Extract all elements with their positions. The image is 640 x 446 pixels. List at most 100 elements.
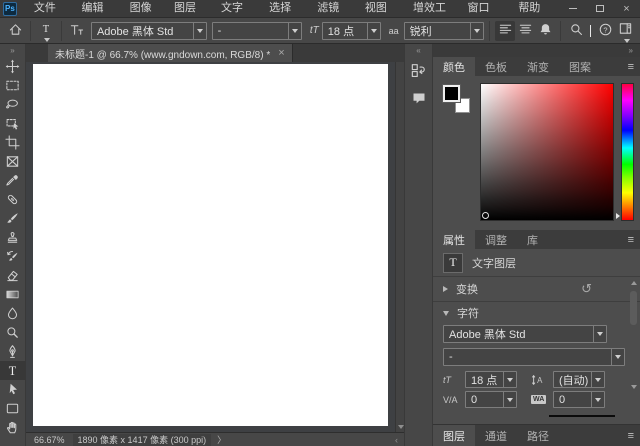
char-size-select[interactable]: 18 点 — [465, 371, 517, 388]
layers-tab-1[interactable]: 通道 — [475, 425, 517, 446]
blur-tool[interactable] — [0, 304, 26, 323]
char-font-family-select[interactable]: Adobe 黑体 Std — [443, 325, 607, 343]
menu-item-0[interactable]: 文件(F) — [26, 0, 74, 18]
anti-alias-select[interactable]: 锐利 — [404, 22, 484, 40]
color-menu-icon[interactable]: ≡ — [628, 61, 634, 73]
scroll-down-arrow-icon[interactable] — [631, 385, 637, 389]
healing-brush-tool[interactable] — [0, 190, 26, 209]
crop-tool[interactable] — [0, 133, 26, 152]
tool-preset-button[interactable]: T — [36, 21, 56, 41]
scroll-down-arrow-icon[interactable] — [398, 425, 404, 429]
panel-strip-collapse-button[interactable]: « — [405, 44, 432, 57]
tracking-select[interactable]: 0 — [553, 391, 605, 408]
history-brush-tool[interactable] — [0, 247, 26, 266]
frame-tool[interactable] — [0, 152, 26, 171]
character-section-row[interactable]: 字符 — [433, 302, 640, 324]
layers-tab-0[interactable]: 图层 — [433, 425, 475, 446]
menu-item-4[interactable]: 文字(Y) — [213, 0, 261, 18]
rectangle-tool[interactable] — [0, 399, 26, 418]
history-panel-button[interactable] — [407, 60, 431, 84]
font-size-select[interactable]: 18 点 — [322, 22, 381, 40]
transform-section-row[interactable]: 变换 ↺ — [433, 277, 640, 302]
canvas-page[interactable] — [33, 64, 388, 426]
properties-scrollbar[interactable] — [629, 281, 638, 389]
hue-slider[interactable] — [621, 83, 634, 221]
menu-item-6[interactable]: 滤镜(T) — [309, 0, 357, 18]
type-tool[interactable]: T — [0, 361, 26, 380]
home-icon — [8, 22, 23, 40]
help-button[interactable]: ? — [595, 21, 615, 41]
properties-menu-icon[interactable]: ≡ — [628, 234, 634, 246]
minimize-button[interactable] — [559, 0, 586, 18]
vertical-scrollbar[interactable] — [395, 62, 404, 432]
color-tab-1[interactable]: 色板 — [475, 57, 517, 76]
properties-panel-tabbar: 属性调整库 ≡ — [433, 230, 640, 249]
chevron-down-icon — [503, 392, 516, 407]
menu-item-2[interactable]: 图像(I) — [122, 0, 166, 18]
toolbar-expand-button[interactable]: » — [0, 44, 25, 57]
color-selector-circle[interactable] — [482, 212, 489, 219]
object-selection-tool[interactable] — [0, 114, 26, 133]
home-button[interactable] — [5, 21, 25, 41]
document-tab[interactable]: 未标题-1 @ 66.7% (www.gndown.com, RGB/8) * … — [48, 44, 293, 62]
align-center-button[interactable] — [515, 21, 535, 41]
zoom-level[interactable]: 66.67% — [34, 435, 65, 445]
lasso-tool[interactable] — [0, 95, 26, 114]
scroll-up-arrow-icon[interactable] — [631, 281, 637, 285]
hue-marker-icon[interactable] — [616, 213, 620, 219]
font-style-select[interactable]: - — [212, 22, 302, 40]
chevron-down-icon — [593, 326, 606, 342]
chevron-down-icon — [470, 23, 483, 39]
reset-transform-icon[interactable]: ↺ — [581, 281, 592, 297]
menu-item-7[interactable]: 视图(V) — [357, 0, 405, 18]
document-area: 未标题-1 @ 66.7% (www.gndown.com, RGB/8) * … — [26, 44, 404, 446]
pen-tool[interactable] — [0, 342, 26, 361]
maximize-button[interactable] — [586, 0, 613, 18]
move-tool[interactable] — [0, 57, 26, 76]
dodge-tool[interactable] — [0, 323, 26, 342]
gradient-tool[interactable] — [0, 285, 26, 304]
properties-tab-2[interactable]: 库 — [517, 230, 548, 249]
scrollbar-thumb[interactable] — [630, 291, 637, 325]
close-button[interactable]: × — [613, 0, 640, 18]
menu-item-8[interactable]: 增效工具 — [405, 0, 460, 18]
leading-select[interactable]: (自动) — [553, 371, 605, 388]
saturation-brightness-field[interactable] — [480, 83, 614, 221]
align-left-button[interactable] — [495, 21, 515, 41]
kerning-select[interactable]: 0 — [465, 391, 517, 408]
color-tab-2[interactable]: 渐变 — [517, 57, 559, 76]
char-font-style-select[interactable]: - — [443, 348, 625, 366]
foreground-color-swatch[interactable] — [443, 85, 460, 102]
menu-item-9[interactable]: 窗口(W) — [460, 0, 511, 18]
workspace-button[interactable] — [615, 21, 635, 41]
eyedropper-tool[interactable] — [0, 171, 26, 190]
clone-stamp-tool[interactable] — [0, 228, 26, 247]
layers-menu-icon[interactable]: ≡ — [628, 430, 634, 442]
eraser-tool[interactable] — [0, 266, 26, 285]
scroll-left-arrow-icon[interactable]: ‹ — [395, 435, 400, 445]
path-selection-tool[interactable] — [0, 380, 26, 399]
font-style-value: - — [213, 25, 288, 37]
menu-item-3[interactable]: 图层(L) — [166, 0, 213, 18]
menu-item-10[interactable]: 帮助(H) — [510, 0, 559, 18]
text-orientation-button[interactable] — [67, 21, 87, 41]
brush-tool[interactable] — [0, 209, 26, 228]
layers-tab-2[interactable]: 路径 — [517, 425, 559, 446]
hand-tool[interactable] — [0, 418, 26, 437]
tab-close-icon[interactable]: × — [278, 47, 284, 59]
status-menu-chevron-icon[interactable]: 〉 — [217, 433, 226, 446]
search-button[interactable] — [566, 21, 586, 41]
notifications-button[interactable] — [535, 21, 555, 41]
font-family-select[interactable]: Adobe 黑体 Std — [91, 22, 207, 40]
menu-item-5[interactable]: 选择(S) — [261, 0, 309, 18]
properties-tab-1[interactable]: 调整 — [475, 230, 517, 249]
dock-collapse-button[interactable]: » — [629, 46, 633, 55]
menu-item-1[interactable]: 编辑(E) — [73, 0, 121, 18]
color-tab-0[interactable]: 颜色 — [433, 57, 475, 76]
canvas-pasteboard[interactable] — [26, 62, 404, 432]
properties-tab-0[interactable]: 属性 — [433, 230, 475, 249]
notes-panel-button[interactable] — [407, 87, 431, 111]
color-tab-3[interactable]: 图案 — [559, 57, 601, 76]
close-icon: × — [623, 3, 629, 15]
marquee-tool[interactable] — [0, 76, 26, 95]
